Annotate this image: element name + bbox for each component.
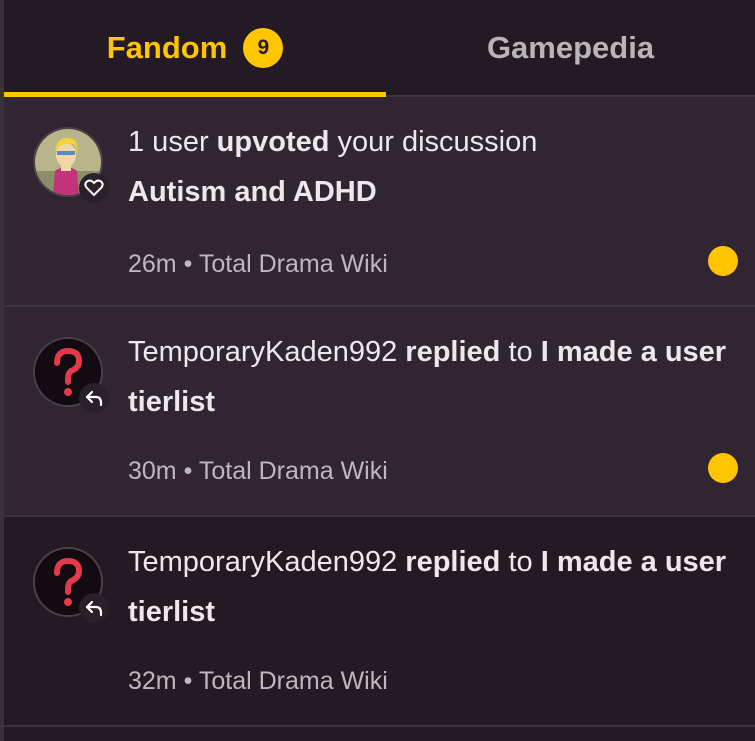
- notifications-panel: Fandom 9 Gamepedia 1 user upvoted your d…: [0, 0, 755, 741]
- notification-avatar: [33, 547, 109, 623]
- notification-avatar: [33, 337, 109, 413]
- notification-time: 30m: [128, 457, 177, 485]
- notification-user: TemporaryKaden992: [128, 546, 398, 578]
- notification-count-text: 1 user: [128, 126, 209, 158]
- notification-tabs: Fandom 9 Gamepedia: [4, 0, 755, 97]
- notification-meta: 30m • Total Drama Wiki: [128, 457, 388, 486]
- notification-user: TemporaryKaden992: [128, 336, 398, 368]
- tab-fandom-label: Fandom: [106, 29, 228, 65]
- notification-item[interactable]: TemporaryKaden992 replied to I made a us…: [4, 517, 755, 727]
- heart-icon: [79, 173, 109, 203]
- notification-message: TemporaryKaden992 replied to I made a us…: [128, 537, 735, 637]
- unread-count-badge: 9: [243, 27, 284, 68]
- notification-item[interactable]: TemporaryKaden992 replied to I made a us…: [4, 307, 755, 517]
- notification-meta: 26m • Total Drama Wiki: [128, 250, 388, 279]
- notification-message: TemporaryKaden992 replied to I made a us…: [128, 327, 735, 427]
- notification-time: 32m: [128, 667, 177, 695]
- notification-wiki: Total Drama Wiki: [198, 457, 388, 485]
- tab-gamepedia-label: Gamepedia: [486, 29, 655, 65]
- notification-verb: upvoted: [216, 126, 330, 158]
- meta-separator: •: [183, 667, 193, 695]
- unread-indicator-dot[interactable]: [708, 246, 738, 276]
- notification-verb: replied: [405, 336, 501, 368]
- reply-arrow-icon: [79, 383, 109, 413]
- notification-suffix: your discussion: [337, 126, 538, 158]
- meta-separator: •: [183, 250, 193, 278]
- notification-message: 1 user upvoted your discussion Autism an…: [128, 117, 735, 217]
- notification-item[interactable]: 1 user upvoted your discussion Autism an…: [4, 97, 755, 307]
- tab-gamepedia[interactable]: Gamepedia: [386, 0, 755, 95]
- notification-wiki: Total Drama Wiki: [198, 667, 388, 695]
- notification-connector: to: [508, 546, 533, 578]
- notification-wiki: Total Drama Wiki: [198, 250, 388, 278]
- notification-verb: replied: [405, 546, 501, 578]
- tab-fandom[interactable]: Fandom 9: [4, 0, 386, 97]
- notification-avatar: [33, 127, 109, 203]
- meta-separator: •: [183, 457, 193, 485]
- unread-indicator-dot[interactable]: [708, 453, 738, 483]
- notification-time: 26m: [128, 250, 177, 278]
- notification-meta: 32m • Total Drama Wiki: [128, 667, 388, 696]
- reply-arrow-icon: [79, 593, 109, 623]
- notification-connector: to: [508, 336, 533, 368]
- discussion-title-link[interactable]: Autism and ADHD: [128, 176, 377, 208]
